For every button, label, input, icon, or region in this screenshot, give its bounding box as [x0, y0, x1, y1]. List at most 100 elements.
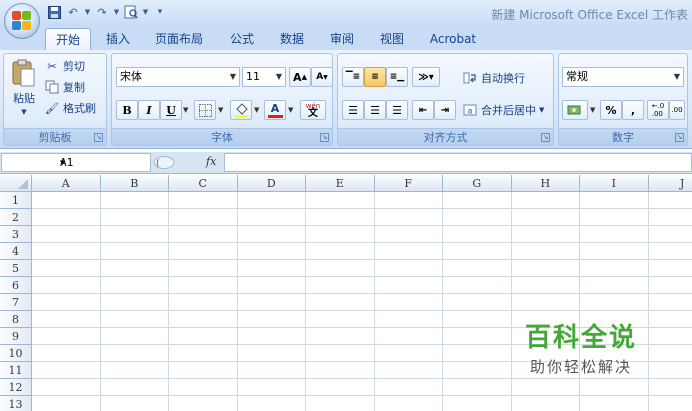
column-header[interactable]: E: [306, 175, 375, 192]
print-preview-icon[interactable]: [123, 4, 139, 20]
borders-button[interactable]: [194, 100, 216, 120]
row-header[interactable]: 11: [0, 362, 32, 379]
paste-button[interactable]: 粘贴 ▼: [8, 58, 40, 122]
paint-bucket-icon: [234, 102, 248, 118]
align-top-button[interactable]: ▔≡: [342, 67, 364, 87]
name-box[interactable]: A1 ▼: [1, 153, 151, 172]
align-bottom-button[interactable]: ≡▁: [386, 67, 408, 87]
row-header[interactable]: 10: [0, 345, 32, 362]
expand-handle-icon[interactable]: (: [152, 153, 176, 172]
dialog-launcher-icon[interactable]: ↘: [675, 133, 684, 142]
chevron-down-icon: ▼: [275, 72, 282, 81]
align-right-button[interactable]: ☰: [386, 100, 408, 120]
row-header[interactable]: 13: [0, 396, 32, 411]
font-color-button[interactable]: A: [264, 100, 286, 120]
font-name-select[interactable]: 宋体 ▼: [116, 67, 240, 87]
dialog-launcher-icon[interactable]: ↘: [94, 133, 103, 142]
insert-function-button[interactable]: fx: [206, 155, 216, 168]
row-header[interactable]: 6: [0, 277, 32, 294]
row-header[interactable]: 9: [0, 328, 32, 345]
undo-icon[interactable]: ↶: [65, 4, 81, 20]
grid-row-line: [32, 259, 692, 260]
format-painter-button[interactable]: 🖌 格式刷: [44, 100, 96, 116]
fill-color-dropdown-icon[interactable]: ▼: [254, 106, 259, 114]
column-header[interactable]: A: [32, 175, 101, 192]
office-button[interactable]: [4, 3, 40, 39]
underline-dropdown-icon[interactable]: ▼: [183, 106, 188, 114]
underline-button[interactable]: U: [160, 100, 182, 120]
formula-bar: A1 ▼ ( fx: [0, 152, 692, 174]
font-color-dropdown-icon[interactable]: ▼: [288, 106, 293, 114]
decrease-decimal-button[interactable]: .00: [669, 100, 685, 120]
row-header[interactable]: 4: [0, 243, 32, 260]
column-header[interactable]: I: [580, 175, 649, 192]
fill-color-button[interactable]: [230, 100, 252, 120]
align-center-button[interactable]: ☰: [364, 100, 386, 120]
currency-icon: [567, 105, 581, 115]
tab-home[interactable]: 开始: [45, 28, 91, 50]
dialog-launcher-icon[interactable]: ↘: [541, 133, 550, 142]
column-header[interactable]: J: [648, 175, 692, 192]
column-header[interactable]: F: [374, 175, 443, 192]
redo-icon[interactable]: ↷: [94, 4, 110, 20]
number-format-select[interactable]: 常规 ▼: [562, 67, 684, 87]
borders-dropdown-icon[interactable]: ▼: [218, 106, 223, 114]
increase-decimal-button[interactable]: ←.0.00: [647, 100, 669, 120]
font-size-select[interactable]: 11 ▼: [242, 67, 286, 87]
chevron-down-icon: ▼: [229, 72, 236, 81]
qat-dropdown-icon[interactable]: ▼: [84, 4, 91, 20]
qat-dropdown-icon[interactable]: ▼: [142, 4, 149, 20]
tab-data[interactable]: 数据: [272, 28, 312, 50]
row-header[interactable]: 5: [0, 260, 32, 277]
column-header[interactable]: G: [443, 175, 512, 192]
underline-label: U: [166, 103, 176, 117]
wrap-text-button[interactable]: 自动换行: [462, 70, 525, 86]
wrap-text-label: 自动换行: [481, 72, 525, 85]
align-right-icon: ☰: [392, 103, 402, 117]
tab-page-layout[interactable]: 页面布局: [148, 28, 210, 50]
copy-button[interactable]: 复制: [44, 79, 85, 95]
select-all-corner[interactable]: [0, 175, 32, 192]
row-header[interactable]: 1: [0, 192, 32, 209]
align-middle-button[interactable]: ≡: [364, 67, 386, 87]
grow-font-button[interactable]: A ▲: [289, 67, 311, 87]
phonetic-button[interactable]: wén 文: [300, 100, 326, 120]
customize-qat-icon[interactable]: ▾: [152, 4, 168, 20]
row-header[interactable]: 3: [0, 226, 32, 243]
tab-acrobat[interactable]: Acrobat: [424, 28, 482, 50]
row-header[interactable]: 7: [0, 294, 32, 311]
italic-button[interactable]: I: [138, 100, 160, 120]
bold-button[interactable]: B: [116, 100, 138, 120]
column-header[interactable]: H: [511, 175, 580, 192]
formula-input[interactable]: [224, 153, 692, 172]
save-icon[interactable]: [46, 4, 62, 20]
row-header[interactable]: 8: [0, 311, 32, 328]
column-header[interactable]: C: [169, 175, 238, 192]
merge-center-button[interactable]: a 合并后居中 ▼: [462, 102, 544, 118]
grow-font-label: A: [293, 70, 302, 84]
shrink-font-button[interactable]: A ▼: [311, 67, 333, 87]
tab-review[interactable]: 审阅: [322, 28, 362, 50]
increase-indent-button[interactable]: ⇥: [434, 100, 456, 120]
orientation-button[interactable]: ≫▾: [412, 67, 440, 87]
row-header[interactable]: 2: [0, 209, 32, 226]
accounting-format-button[interactable]: [562, 100, 588, 120]
column-header[interactable]: D: [237, 175, 306, 192]
tab-view[interactable]: 视图: [372, 28, 412, 50]
align-left-button[interactable]: ☰: [342, 100, 364, 120]
row-header[interactable]: 12: [0, 379, 32, 396]
percent-style-button[interactable]: %: [600, 100, 622, 120]
grid-row-line: [32, 208, 692, 209]
align-bottom-icon: ≡▁: [389, 72, 405, 82]
tab-formulas[interactable]: 公式: [222, 28, 262, 50]
dialog-launcher-icon[interactable]: ↘: [320, 133, 329, 142]
cut-button[interactable]: ✂ 剪切: [44, 58, 85, 74]
italic-label: I: [146, 103, 152, 117]
accounting-dropdown-icon[interactable]: ▼: [590, 106, 595, 114]
column-header[interactable]: B: [100, 175, 169, 192]
decrease-indent-button[interactable]: ⇤: [412, 100, 434, 120]
qat-dropdown-icon[interactable]: ▼: [113, 4, 120, 20]
tab-insert[interactable]: 插入: [98, 28, 138, 50]
svg-text:(: (: [156, 159, 160, 169]
comma-style-button[interactable]: ,: [622, 100, 644, 120]
